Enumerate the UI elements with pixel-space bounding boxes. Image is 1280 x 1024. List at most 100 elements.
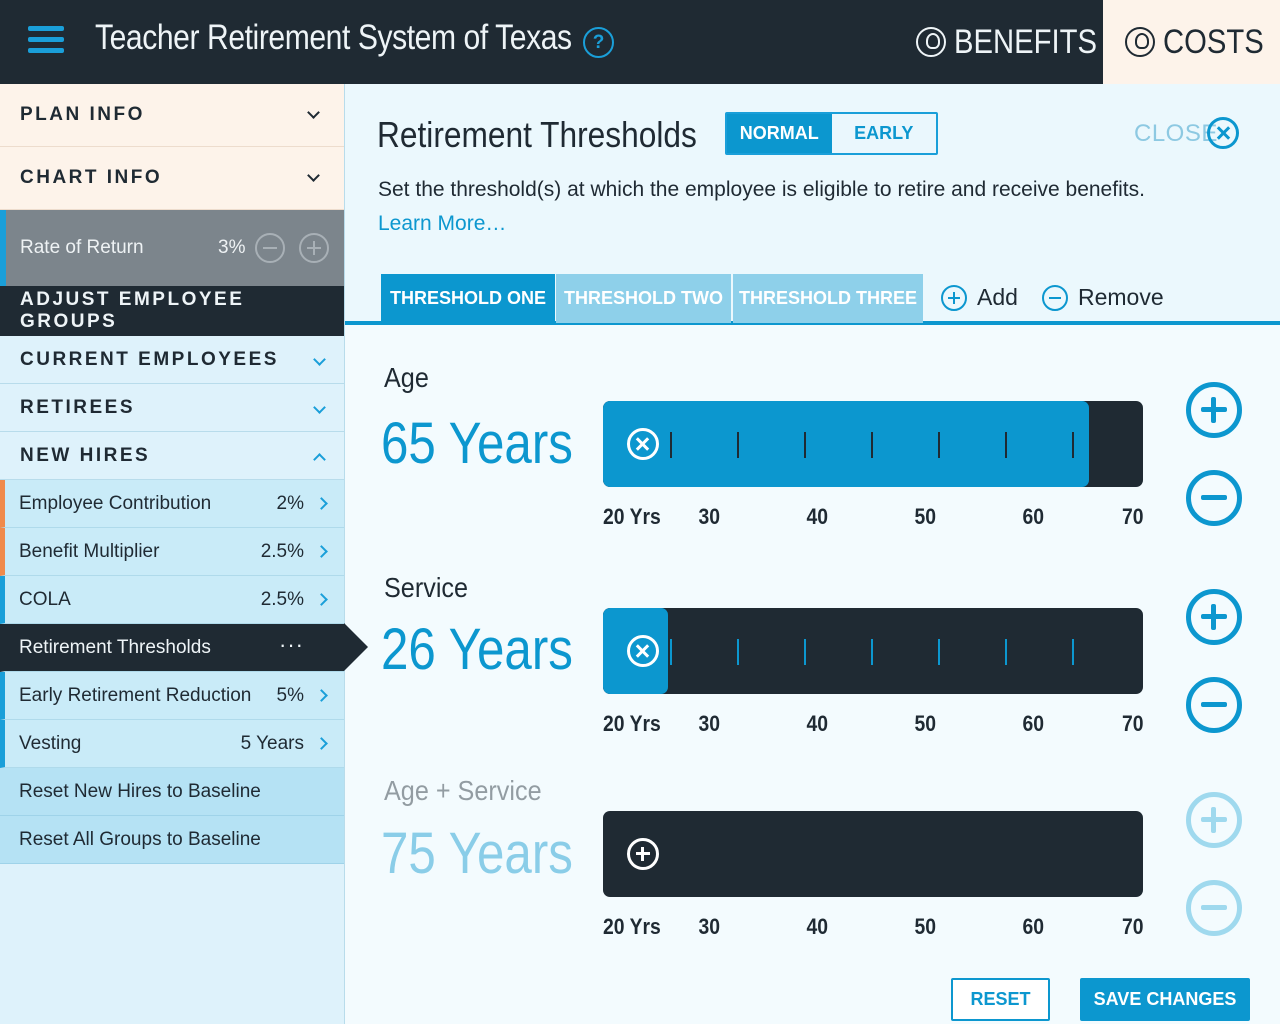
axis-tick-label: 60 [1022,914,1045,939]
tab-threshold-one[interactable]: THRESHOLD ONE [381,274,555,323]
age-service-decrease-button[interactable] [1186,880,1242,936]
panel-title: Retirement Thresholds [377,114,697,155]
sidebar: PLAN INFO CHART INFO Rate of Return 3% A… [0,84,345,1024]
close-label[interactable]: CLOSE [1134,120,1218,148]
chevron-up-icon [313,453,326,466]
clear-icon[interactable] [627,635,659,667]
help-icon[interactable]: ? [583,27,614,58]
chevron-down-icon [313,401,326,414]
reset-new-hires-link[interactable]: Reset New Hires to Baseline [0,768,344,816]
reset-all-groups-link[interactable]: Reset All Groups to Baseline [0,816,344,864]
sidebar-item-label: COLA [19,588,71,610]
threshold-value-age-service: 75 Years [381,821,573,886]
adjust-groups-header: ADJUST EMPLOYEE GROUPS [0,286,344,336]
axis-tick-label: 70 [1121,504,1143,529]
chevron-right-icon [315,545,328,558]
normal-early-toggle: NORMAL EARLY [725,112,938,155]
benefits-tab-label: BENEFITS [954,22,1097,61]
slider-tick [670,639,672,665]
slider-tick [737,432,739,458]
group-icon [1125,27,1155,57]
chevron-right-icon [315,593,328,606]
benefits-tab[interactable]: BENEFITS [912,0,1102,84]
sidebar-item-value: 5% [276,685,304,706]
sidebar-item-label: Early Retirement Reduction [19,684,252,706]
chevron-down-icon [313,353,326,366]
age-service-axis: 20 Yrs 30 40 50 60 70 [603,914,1143,940]
axis-tick-label: 50 [914,504,937,529]
add-label: Add [977,284,1018,310]
tab-threshold-two[interactable]: THRESHOLD TWO [556,274,731,323]
axis-tick-label: 30 [698,914,721,939]
sidebar-item-value: 2% [276,493,304,514]
chevron-down-icon [307,169,320,182]
threshold-panel: Retirement Thresholds NORMAL EARLY CLOSE… [345,84,1280,1024]
slider-tick [804,639,806,665]
person-icon [916,27,946,57]
threshold-value-age: 65 Years [381,411,573,476]
group-label: NEW HIRES [20,444,151,466]
add-icon[interactable] [627,838,659,870]
group-retirees[interactable]: RETIREES [0,384,344,432]
chevron-down-icon [307,106,320,119]
increase-rate-button[interactable] [299,233,329,263]
reset-button[interactable]: RESET [951,978,1050,1021]
sidebar-item-benefit-multiplier[interactable]: Benefit Multiplier 2.5% [0,528,344,576]
remove-threshold-button[interactable]: Remove [1042,284,1164,311]
threshold-value-service: 26 Years [381,617,573,682]
save-changes-button[interactable]: SAVE CHANGES [1080,978,1250,1021]
axis-tick-label: 60 [1022,504,1045,529]
axis-tick-label: 70 [1121,711,1143,736]
chart-info-accordion[interactable]: CHART INFO [0,147,344,210]
slider-tick [1072,432,1074,458]
toggle-early[interactable]: EARLY [831,114,936,153]
axis-tick-label: 20 Yrs [603,914,661,939]
age-increase-button[interactable] [1186,382,1242,438]
slider-tick [938,432,940,458]
app-title: Teacher Retirement System of Texas [95,18,572,57]
sidebar-item-early-retirement-reduction[interactable]: Early Retirement Reduction 5% [0,672,344,720]
menu-icon[interactable] [28,24,64,56]
sidebar-item-employee-contribution[interactable]: Employee Contribution 2% [0,480,344,528]
add-threshold-button[interactable]: Add [941,284,1018,311]
axis-tick-label: 40 [806,711,829,736]
chevron-right-icon [315,737,328,750]
group-current-employees[interactable]: CURRENT EMPLOYEES [0,336,344,384]
learn-more-link[interactable]: Learn More… [378,212,506,236]
axis-tick-label: 30 [698,711,721,736]
sidebar-item-cola[interactable]: COLA 2.5% [0,576,344,624]
service-axis: 20 Yrs 30 40 50 60 70 [603,711,1143,737]
service-decrease-button[interactable] [1186,677,1242,733]
threshold-label-service: Service [384,572,469,603]
group-label: CURRENT EMPLOYEES [20,348,279,370]
tab-threshold-three[interactable]: THRESHOLD THREE [733,274,923,323]
clear-icon[interactable] [627,428,659,460]
age-decrease-button[interactable] [1186,470,1242,526]
active-item-pointer [344,623,368,671]
axis-tick-label: 40 [806,504,829,529]
axis-tick-label: 40 [806,914,829,939]
chart-info-label: CHART INFO [20,167,163,188]
age-slider-fill [603,401,1089,487]
service-slider[interactable] [603,608,1143,694]
remove-label: Remove [1078,284,1164,310]
costs-tab-label: COSTS [1163,22,1264,61]
age-slider[interactable] [603,401,1143,487]
minus-icon [1042,284,1068,311]
slider-tick [938,639,940,665]
costs-tab[interactable]: COSTS [1103,0,1280,84]
axis-tick-label: 50 [914,711,937,736]
service-increase-button[interactable] [1186,589,1242,645]
threshold-tabs: THRESHOLD ONE THRESHOLD TWO THRESHOLD TH… [345,272,1280,325]
close-icon[interactable] [1207,117,1239,149]
age-service-slider[interactable] [603,811,1143,897]
age-service-increase-button[interactable] [1186,792,1242,848]
sidebar-item-retirement-thresholds[interactable]: Retirement Thresholds ··· [0,624,344,672]
sidebar-item-vesting[interactable]: Vesting 5 Years [0,720,344,768]
decrease-rate-button[interactable] [255,233,285,263]
more-icon: ··· [279,632,304,657]
group-new-hires[interactable]: NEW HIRES [0,432,344,480]
plan-info-accordion[interactable]: PLAN INFO [0,84,344,147]
threshold-label-age-service: Age + Service [384,775,542,806]
toggle-normal[interactable]: NORMAL [727,114,832,153]
